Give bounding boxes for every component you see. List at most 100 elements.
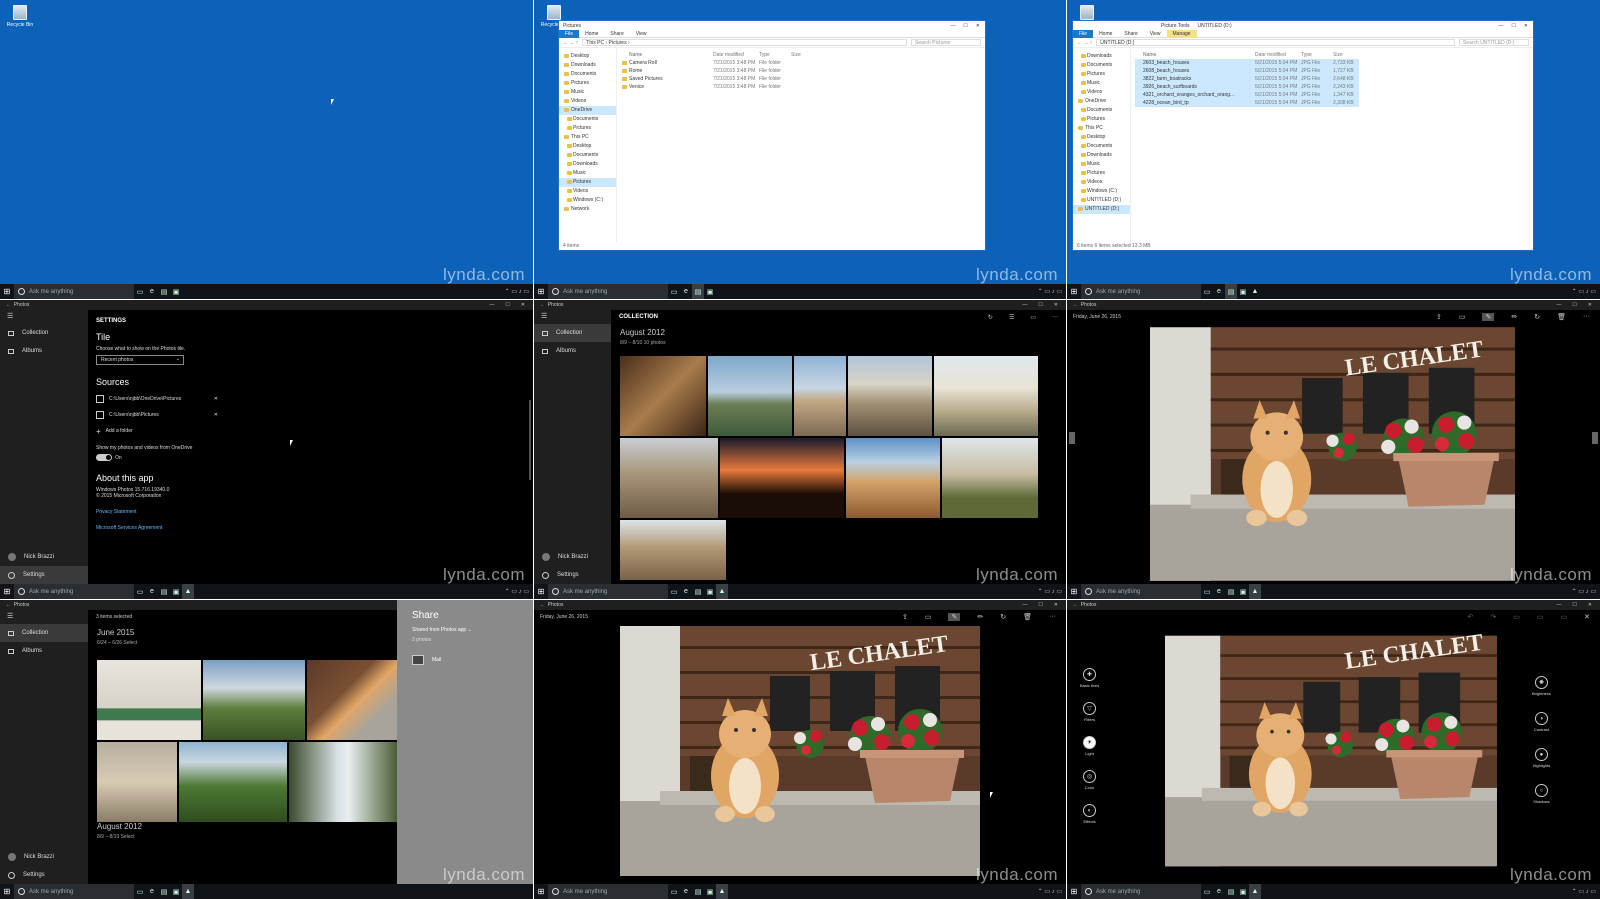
start-button[interactable]: ⊞ xyxy=(0,584,14,599)
nav-arrows[interactable]: ← → ↑ xyxy=(563,40,578,46)
enhance-icon[interactable]: ✎ xyxy=(948,613,961,621)
system-tray[interactable]: ⌃ ▭ ♪ ▭ xyxy=(1038,588,1066,595)
file-explorer-icon[interactable]: ▤ xyxy=(158,884,170,899)
system-tray[interactable]: ⌃ ▭ ♪ ▭ xyxy=(1572,288,1600,295)
search-box[interactable]: Search Pictures xyxy=(911,39,981,46)
task-view-icon[interactable]: ▭ xyxy=(134,884,146,899)
filters-tool[interactable]: ▽ Filters xyxy=(1083,702,1097,722)
share-target-mail[interactable]: Mail xyxy=(412,655,518,665)
task-view-icon[interactable]: ▭ xyxy=(1201,884,1213,899)
share-source-dropdown[interactable]: Shared from Photos app ⌄ xyxy=(412,627,518,633)
file-row[interactable]: Camera Roll 7/21/2015 3:48 PM File folder xyxy=(621,59,981,67)
nav-item[interactable]: Videos xyxy=(1073,178,1130,187)
ribbon-tab-share[interactable]: Share xyxy=(1118,31,1143,37)
cortana-search-box[interactable]: Ask me anything xyxy=(1081,584,1201,599)
tile-dropdown[interactable]: Recent photos xyxy=(96,355,184,365)
store-icon[interactable]: ▣ xyxy=(704,284,716,299)
ribbon-tab-home[interactable]: Home xyxy=(1093,31,1118,37)
hamburger-menu-icon[interactable]: ☰ xyxy=(0,610,88,624)
photo-thumbnail[interactable] xyxy=(934,356,1038,436)
nav-item[interactable]: Pictures xyxy=(559,124,616,133)
task-view-icon[interactable]: ▭ xyxy=(134,584,146,599)
slideshow-icon[interactable]: ▭ xyxy=(1030,314,1036,321)
file-row[interactable]: 2603_beach_houses 5/21/2015 5:04 PM JPG Fi… xyxy=(1135,59,1359,67)
previous-arrow[interactable] xyxy=(1069,432,1075,444)
system-tray[interactable]: ⌃ ▭ ♪ ▭ xyxy=(1038,888,1066,895)
month-heading[interactable]: August 2012 xyxy=(611,328,1066,337)
recycle-bin-shortcut[interactable]: Recycle Bin xyxy=(5,5,35,28)
start-button[interactable]: ⊞ xyxy=(1067,584,1081,599)
photos-icon[interactable]: ▲ xyxy=(716,584,728,599)
start-button[interactable]: ⊞ xyxy=(534,884,548,899)
ribbon-tab-home[interactable]: Home xyxy=(579,31,604,37)
close-button[interactable]: ✕ xyxy=(1524,23,1528,29)
nav-item[interactable]: Documents xyxy=(559,151,616,160)
minimize-button[interactable]: — xyxy=(1022,602,1027,608)
nav-albums[interactable]: Albums xyxy=(0,342,88,360)
photos-icon[interactable]: ▲ xyxy=(1249,884,1261,899)
nav-item[interactable]: Pictures xyxy=(1073,115,1130,124)
contrast-dial[interactable]: ◑ Contrast xyxy=(1534,712,1549,732)
cortana-search-box[interactable]: Ask me anything xyxy=(548,284,668,299)
privacy-link[interactable]: Privacy Statement xyxy=(96,509,510,515)
cortana-search-box[interactable]: Ask me anything xyxy=(14,884,134,899)
edge-icon[interactable]: e xyxy=(680,584,692,599)
file-row[interactable]: Saved Pictures 7/21/2015 3:48 PM File fold… xyxy=(621,75,981,83)
nav-item-network[interactable]: Network xyxy=(559,205,616,214)
store-icon[interactable]: ▣ xyxy=(704,884,716,899)
rotate-icon[interactable]: ↻ xyxy=(1000,613,1006,621)
nav-item[interactable]: Documents xyxy=(559,70,616,79)
file-row[interactable]: 3926_beach_surfboards 5/21/2015 5:04 PM JP… xyxy=(1135,83,1359,91)
nav-item-this-pc[interactable]: This PC xyxy=(559,133,616,142)
store-icon[interactable]: ▣ xyxy=(1237,884,1249,899)
system-tray[interactable]: ⌃ ▭ ♪ ▭ xyxy=(1572,888,1600,895)
nav-item-onedrive[interactable]: OneDrive xyxy=(559,106,616,115)
nav-item[interactable]: Videos xyxy=(1073,88,1130,97)
ribbon-tab-file[interactable]: File xyxy=(1073,29,1094,38)
light-tool[interactable]: ☀ Light xyxy=(1083,736,1097,756)
file-row[interactable]: 4228_ocean_bird_tp 5/21/2015 5:04 PM JPG F… xyxy=(1135,99,1359,107)
photo-thumbnail[interactable] xyxy=(97,660,201,740)
nav-item[interactable]: Windows (C:) xyxy=(559,196,616,205)
task-view-icon[interactable]: ▭ xyxy=(134,284,146,299)
photo-thumbnail[interactable] xyxy=(620,438,718,518)
effects-tool[interactable]: ◐ Effects xyxy=(1083,804,1097,824)
photo-thumbnail[interactable] xyxy=(708,356,792,436)
slideshow-icon[interactable]: ▭ xyxy=(1459,313,1466,321)
address-bar[interactable]: UNTITLED (D:) xyxy=(1096,39,1455,46)
store-icon[interactable]: ▣ xyxy=(704,584,716,599)
photos-icon[interactable]: ▲ xyxy=(716,884,728,899)
photo-thumbnail[interactable] xyxy=(846,438,940,518)
back-button[interactable]: ← xyxy=(540,302,545,308)
agreement-link[interactable]: Microsoft Services Agreement xyxy=(96,525,510,531)
file-row[interactable]: Rome 7/21/2015 3:48 PM File folder xyxy=(621,67,981,75)
start-button[interactable]: ⊞ xyxy=(534,584,548,599)
redo-icon[interactable]: ↷ xyxy=(1490,613,1496,621)
address-bar[interactable]: This PC › Pictures › xyxy=(582,39,907,46)
share-icon[interactable]: ⇪ xyxy=(1436,313,1442,321)
nav-item-onedrive[interactable]: OneDrive xyxy=(1073,97,1130,106)
nav-item[interactable]: Documents xyxy=(559,115,616,124)
edge-icon[interactable]: e xyxy=(1213,884,1225,899)
edge-icon[interactable]: e xyxy=(1213,284,1225,299)
nav-collection[interactable]: Collection xyxy=(534,324,611,342)
edge-icon[interactable]: e xyxy=(146,584,158,599)
refresh-icon[interactable]: ↻ xyxy=(988,314,993,321)
cortana-search-box[interactable]: Ask me anything xyxy=(14,584,134,599)
system-tray[interactable]: ⌃ ▭ ♪ ▭ xyxy=(505,288,533,295)
start-button[interactable]: ⊞ xyxy=(1067,884,1081,899)
back-button[interactable]: ← xyxy=(1073,602,1078,608)
file-row[interactable]: 3822_farm_boatracks 5/21/2015 5:04 PM JPG … xyxy=(1135,75,1359,83)
file-explorer-icon[interactable]: ▤ xyxy=(158,584,170,599)
nav-item[interactable]: Videos xyxy=(559,187,616,196)
photo-thumbnail[interactable] xyxy=(203,660,305,740)
maximize-button[interactable]: ☐ xyxy=(1572,302,1576,308)
maximize-button[interactable]: ☐ xyxy=(1572,602,1576,608)
maximize-button[interactable]: ☐ xyxy=(1038,302,1042,308)
nav-item[interactable]: Desktop xyxy=(559,142,616,151)
file-explorer-icon[interactable]: ▤ xyxy=(158,284,170,299)
file-row[interactable]: 2608_beach_houses 5/21/2015 5:04 PM JPG Fi… xyxy=(1135,67,1359,75)
close-button[interactable]: ✕ xyxy=(521,302,525,308)
close-button[interactable]: ✕ xyxy=(1054,302,1058,308)
task-view-icon[interactable]: ▭ xyxy=(668,584,680,599)
